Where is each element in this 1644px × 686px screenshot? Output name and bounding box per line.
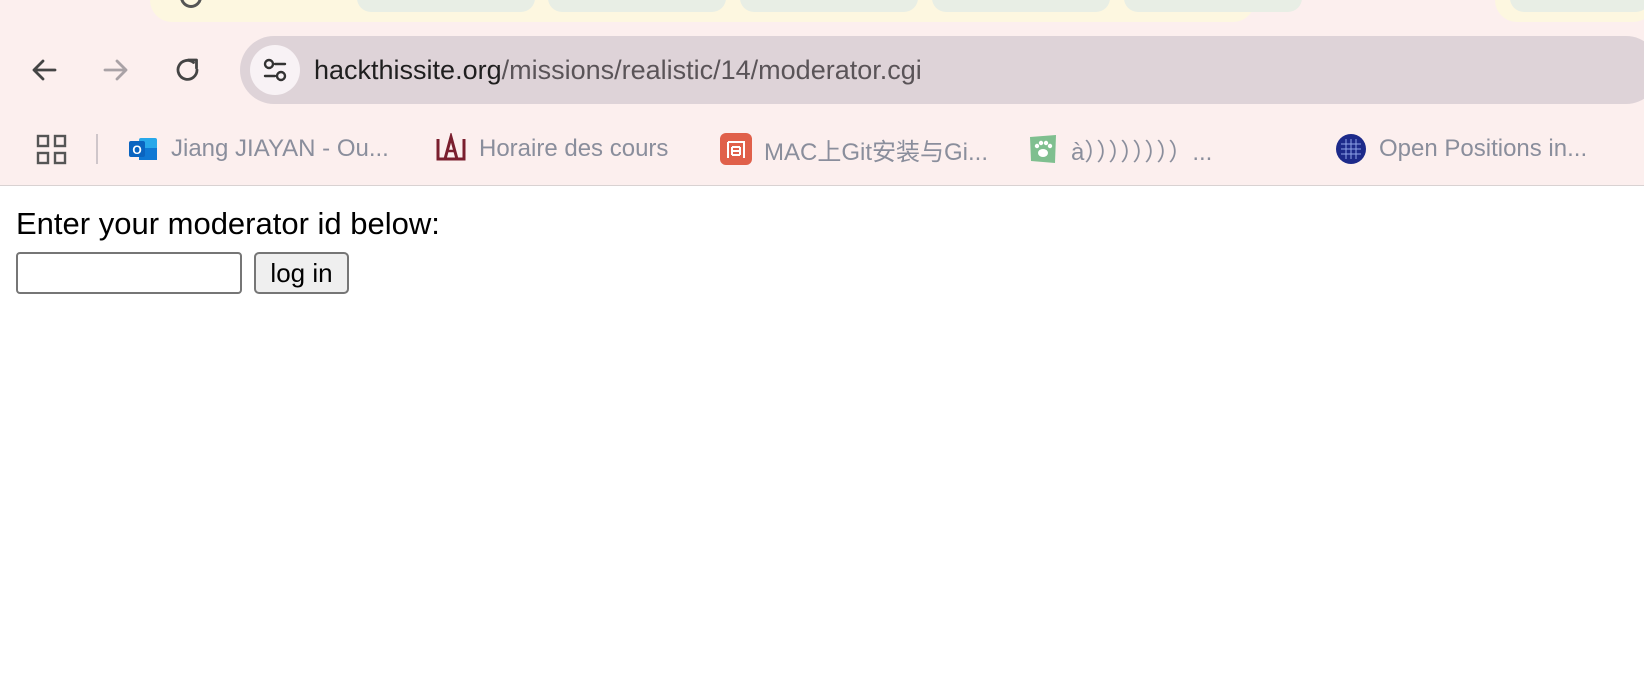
outlook-icon: O — [127, 133, 159, 165]
browser-chrome: hackthissite.org/missions/realistic/14/m… — [0, 0, 1644, 186]
page-content: Enter your moderator id below: log in — [0, 186, 1644, 686]
site-info-button[interactable] — [250, 45, 300, 95]
bookmarks-separator — [96, 134, 98, 164]
university-logo-icon — [435, 133, 467, 165]
tab-strip — [0, 0, 1644, 22]
bookmark-label: MAC上Git安装与Gi... — [764, 138, 989, 166]
bookmark-label: à））））））））... — [1071, 138, 1213, 166]
bookmark-open-positions[interactable]: Open Positions in... — [1335, 130, 1587, 168]
arrow-left-icon — [32, 59, 57, 81]
url-host: hackthissite.org — [314, 55, 502, 85]
bookmark-label: Horaire des cours — [479, 135, 669, 162]
jianshu-icon — [720, 133, 752, 165]
moderator-id-input[interactable] — [16, 252, 242, 294]
tab[interactable] — [1124, 0, 1302, 12]
tab[interactable] — [1510, 0, 1644, 12]
moderator-prompt: Enter your moderator id below: — [16, 206, 440, 241]
login-button[interactable]: log in — [254, 252, 349, 294]
back-button[interactable] — [24, 50, 64, 90]
bookmark-jianshu[interactable]: MAC上Git安装与Gi... — [720, 130, 988, 168]
bookmark-label: Jiang JIAYAN - Ou... — [171, 135, 389, 162]
apps-grid-icon — [36, 134, 67, 165]
globe-grid-icon — [1335, 133, 1367, 165]
bookmark-paw[interactable]: à））））））））... — [1027, 130, 1212, 168]
forward-button[interactable] — [96, 50, 136, 90]
bookmark-horaire[interactable]: Horaire des cours — [435, 130, 668, 168]
address-bar[interactable]: hackthissite.org/missions/realistic/14/m… — [240, 36, 1644, 104]
bookmark-label: Open Positions in... — [1379, 135, 1588, 162]
paw-icon — [1027, 133, 1059, 165]
tab[interactable] — [548, 0, 726, 12]
tab[interactable] — [740, 0, 918, 12]
url-text[interactable]: hackthissite.org/missions/realistic/14/m… — [314, 53, 922, 87]
tune-icon — [263, 58, 287, 82]
url-path: /missions/realistic/14/moderator.cgi — [501, 55, 922, 85]
tab[interactable] — [357, 0, 535, 12]
tab[interactable] — [932, 0, 1110, 12]
arrow-right-icon — [103, 59, 128, 81]
reload-button[interactable] — [168, 50, 208, 90]
svg-text:O: O — [132, 143, 141, 157]
reload-icon — [176, 58, 199, 81]
bookmark-outlook[interactable]: O Jiang JIAYAN - Ou... — [127, 130, 389, 168]
bookmarks-bar: O Jiang JIAYAN - Ou... Horaire des cours — [0, 122, 1644, 178]
apps-button[interactable] — [34, 132, 70, 168]
